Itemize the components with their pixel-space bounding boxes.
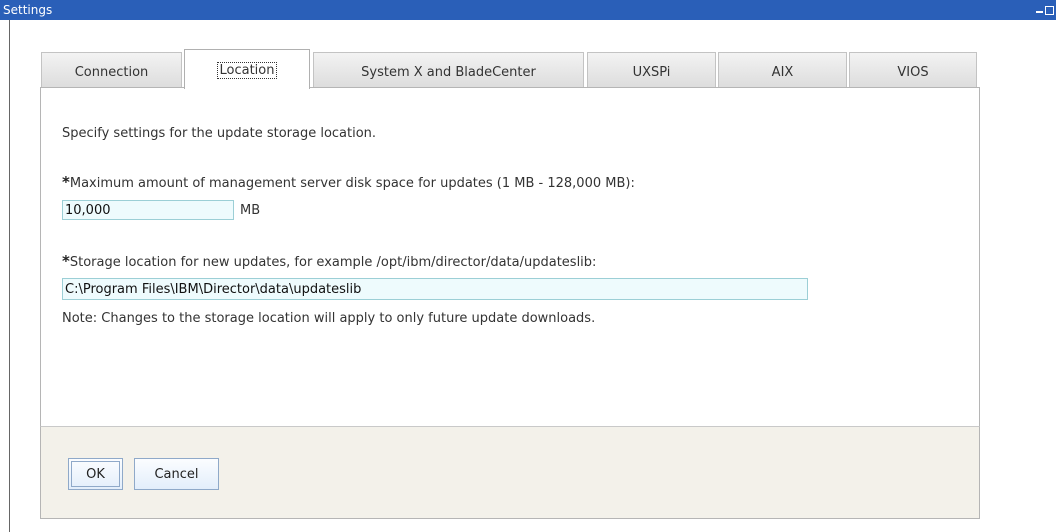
disk-space-input[interactable] [62, 200, 234, 220]
required-marker: * [62, 173, 70, 191]
minimize-icon[interactable] [1036, 7, 1043, 13]
tab-label: Connection [74, 65, 149, 80]
tab-uxspi[interactable]: UXSPi [587, 52, 716, 88]
tab-aix[interactable]: AIX [718, 52, 847, 88]
tab-label: AIX [771, 65, 794, 80]
tab-label: Location [216, 62, 278, 79]
window-titlebar: Settings [0, 0, 1056, 20]
storage-location-label: *Storage location for new updates, for e… [62, 252, 596, 270]
tab-connection[interactable]: Connection [41, 52, 182, 88]
intro-text: Specify settings for the update storage … [62, 126, 377, 141]
tab-label: VIOS [897, 65, 929, 80]
tab-vios[interactable]: VIOS [849, 52, 977, 88]
cancel-button[interactable]: Cancel [134, 458, 219, 490]
storage-location-input[interactable] [62, 278, 808, 300]
required-marker: * [62, 252, 70, 270]
storage-location-label-text: Storage location for new updates, for ex… [69, 255, 597, 270]
storage-note: Note: Changes to the storage location wi… [62, 311, 596, 326]
disk-space-label-text: Maximum amount of management server disk… [69, 176, 635, 191]
tab-label: System X and BladeCenter [361, 65, 536, 80]
window-title: Settings [3, 3, 53, 17]
window-controls [1036, 0, 1054, 20]
maximize-icon[interactable] [1045, 5, 1054, 15]
disk-space-unit: MB [240, 203, 261, 218]
tab-system-x-bladecenter[interactable]: System X and BladeCenter [313, 52, 584, 88]
tab-location[interactable]: Location [184, 49, 310, 89]
tab-label: UXSPi [632, 65, 671, 80]
disk-space-label: *Maximum amount of management server dis… [62, 173, 635, 191]
ok-button[interactable]: OK [68, 458, 123, 490]
